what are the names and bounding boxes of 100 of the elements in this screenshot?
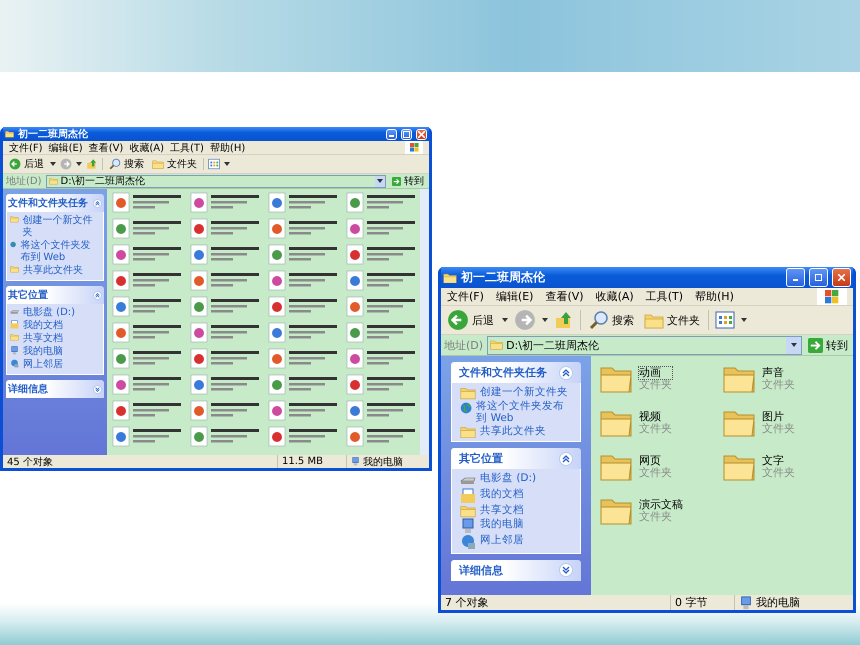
search-button[interactable]: 搜索 <box>107 157 146 171</box>
maximize-icon <box>815 274 822 281</box>
close-button[interactable] <box>416 128 427 140</box>
dropdown-icon[interactable] <box>375 176 385 186</box>
menu-item[interactable]: 收藏(A) <box>596 289 634 304</box>
caret-icon <box>224 162 230 166</box>
task-link[interactable]: 我的文档 <box>10 320 100 332</box>
panel-header[interactable]: 详细信息 <box>6 380 104 398</box>
address-path: D:\初一二班周杰伦 <box>60 174 146 188</box>
status-text: 我的电脑 <box>346 455 429 468</box>
menu-item[interactable]: 收藏(A) <box>129 140 164 154</box>
minimize-button[interactable] <box>386 128 397 140</box>
caret-icon <box>790 343 796 347</box>
task-link[interactable]: 我的电脑 <box>460 518 572 534</box>
task-link[interactable]: 网上邻居 <box>460 534 572 550</box>
task-link[interactable]: 电影盘 (D:) <box>10 307 100 319</box>
new-folder-icon <box>10 215 19 223</box>
folder-name[interactable]: 演示文稿 <box>639 498 683 511</box>
network-icon <box>460 534 476 550</box>
task-link[interactable]: 网上邻居 <box>10 359 100 371</box>
menu-item[interactable]: 帮助(H) <box>210 140 246 154</box>
folder-name[interactable]: 网页 <box>639 454 672 467</box>
task-link[interactable]: 电影盘 (D:) <box>460 472 572 488</box>
shared-folder-icon <box>10 265 19 273</box>
minimize-button[interactable] <box>786 268 805 287</box>
search-icon <box>589 310 609 330</box>
windows-logo-icon <box>817 288 847 305</box>
panel-header[interactable]: 文件和文件夹任务 <box>6 194 104 212</box>
panel-header[interactable]: 详细信息 <box>451 560 581 581</box>
globe-icon <box>460 400 472 416</box>
address-field[interactable]: D:\初一二班周杰伦 <box>46 174 386 188</box>
folder-icon <box>5 130 14 138</box>
dropdown-icon[interactable] <box>786 336 801 354</box>
address-field[interactable]: D:\初一二班周杰伦 <box>487 336 802 354</box>
panel-header[interactable]: 文件和文件夹任务 <box>451 362 581 383</box>
task-link[interactable]: 将这个文件夹发布到 Web <box>460 400 572 425</box>
folder-name[interactable]: 图片 <box>762 410 795 423</box>
collapse-chevron-icon <box>95 200 100 206</box>
task-link[interactable]: 共享此文件夹 <box>460 424 572 438</box>
menu-item[interactable]: 编辑(E) <box>496 289 534 304</box>
collapse-chevron-icon <box>562 454 570 463</box>
back-button[interactable]: 后退 <box>445 309 496 331</box>
globe-icon <box>10 240 16 249</box>
back-button[interactable]: 后退 <box>7 157 46 171</box>
menu-item[interactable]: 工具(T) <box>646 289 683 304</box>
folder-name[interactable]: 声音 <box>762 366 795 379</box>
folder-name[interactable]: 文字 <box>762 454 795 467</box>
task-link[interactable]: 创建一个新文件夹 <box>10 215 100 239</box>
computer-icon <box>10 346 19 355</box>
go-button[interactable]: 转到 <box>806 338 850 352</box>
search-button[interactable]: 搜索 <box>587 310 636 330</box>
folders-button[interactable]: 文件夹 <box>150 157 199 171</box>
task-link[interactable]: 我的文档 <box>460 488 572 504</box>
folder-name[interactable]: 视频 <box>639 410 672 423</box>
folder-type: 文件夹 <box>639 511 673 524</box>
menu-item[interactable]: 编辑(E) <box>48 140 83 154</box>
task-link[interactable]: 共享文档 <box>10 333 100 345</box>
shared-folder-icon <box>460 424 476 438</box>
windows-logo-icon <box>405 141 423 154</box>
panel-header[interactable]: 其它位置 <box>451 448 581 470</box>
folder-type: 文件夹 <box>639 467 672 480</box>
folder-up-icon <box>554 310 574 330</box>
close-icon <box>418 130 425 138</box>
caret-icon <box>502 318 508 322</box>
menu-item[interactable]: 文件(F) <box>9 140 43 154</box>
close-button[interactable] <box>832 268 851 287</box>
folder-type: 文件夹 <box>762 379 795 392</box>
collapse-chevron-icon <box>562 368 570 376</box>
folder-icon <box>443 272 457 284</box>
address-path: D:\初一二班周杰伦 <box>506 338 600 352</box>
status-text: 7 个对象 <box>444 595 490 610</box>
menu-item[interactable]: 工具(T) <box>170 140 204 154</box>
folder-icon <box>48 177 58 185</box>
caret-icon <box>377 179 383 183</box>
task-link[interactable]: 共享文档 <box>460 504 572 518</box>
menu-item[interactable]: 文件(F) <box>447 289 484 304</box>
views-icon <box>208 158 220 170</box>
network-icon <box>10 359 19 368</box>
caret-icon <box>542 318 548 322</box>
task-link[interactable]: 创建一个新文件夹 <box>460 386 572 400</box>
status-text: 0 字节 <box>670 595 734 610</box>
folder-type: 文件夹 <box>762 467 795 480</box>
drive-icon <box>10 307 19 316</box>
maximize-button[interactable] <box>809 268 828 287</box>
task-link[interactable]: 将这个文件夹发布到 Web <box>10 240 100 264</box>
maximize-button[interactable] <box>401 128 412 140</box>
task-link[interactable]: 我的电脑 <box>10 346 100 358</box>
caret-icon <box>76 162 82 166</box>
task-link[interactable]: 共享此文件夹 <box>10 265 100 277</box>
go-button[interactable]: 转到 <box>390 174 426 188</box>
panel-header[interactable]: 其它位置 <box>6 286 104 304</box>
menu-item[interactable]: 帮助(H) <box>695 289 734 304</box>
scrollbar[interactable] <box>420 189 429 455</box>
folders-button[interactable]: 文件夹 <box>642 312 702 328</box>
folder-name[interactable]: 动画 <box>639 366 672 379</box>
menu-item[interactable]: 查看(V) <box>545 289 584 304</box>
document-folder-icon <box>10 320 19 329</box>
go-arrow-icon <box>392 176 401 186</box>
menu-item[interactable]: 查看(V) <box>88 140 124 154</box>
folder-type: 文件夹 <box>762 423 795 436</box>
